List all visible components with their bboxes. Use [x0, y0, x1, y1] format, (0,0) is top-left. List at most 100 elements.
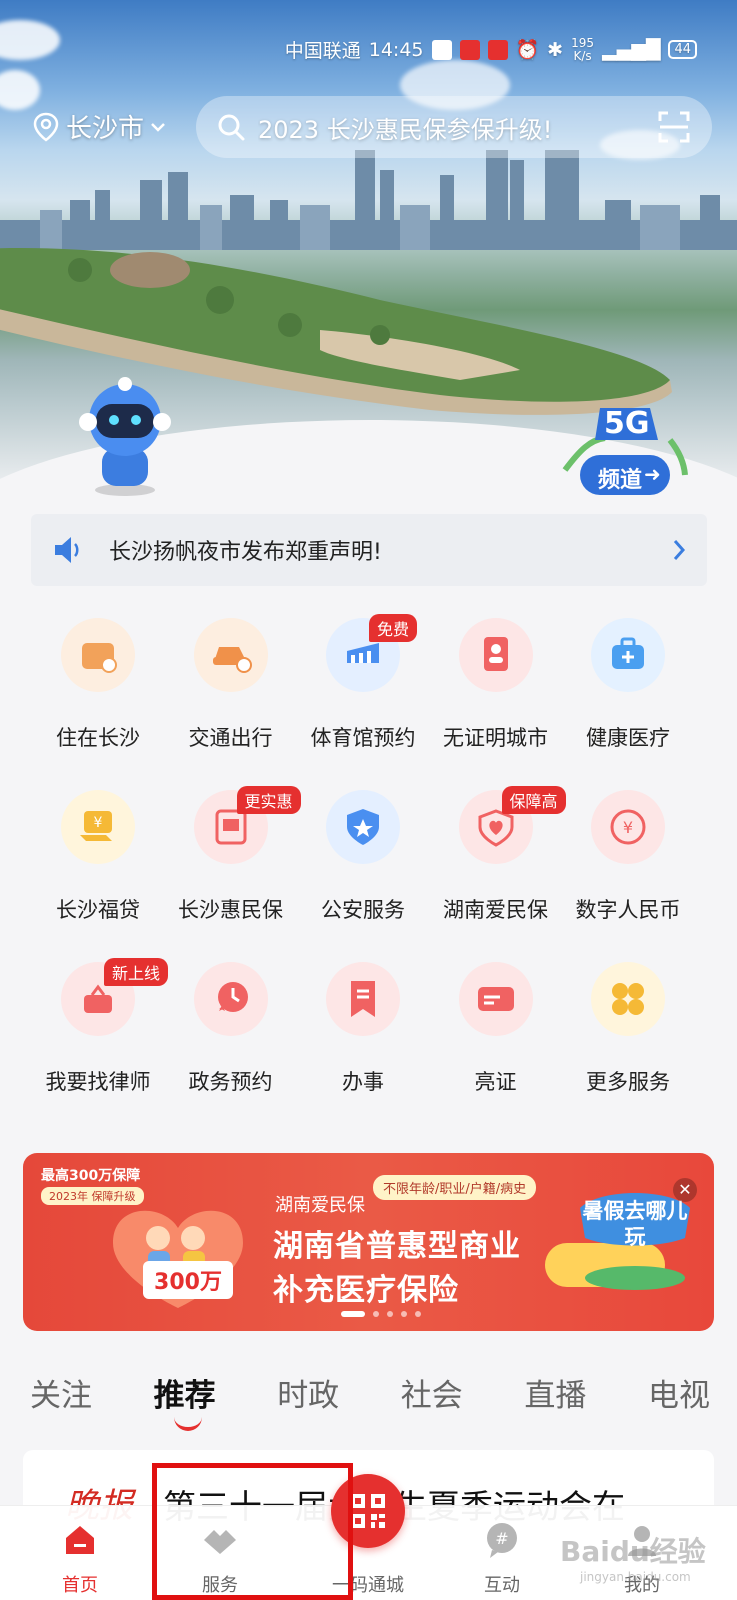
service-item[interactable]: 政务预约 [163, 956, 299, 1116]
service-tag-badge: 免费 [369, 614, 418, 642]
police-badge-icon [347, 809, 379, 845]
city-name: 长沙市 [66, 114, 145, 144]
tab-item[interactable]: 时政 [277, 1370, 339, 1415]
service-item[interactable]: 交通出行 [163, 612, 299, 772]
house-card-icon [82, 643, 117, 673]
chevron-down-icon [151, 122, 165, 132]
news-tabs: 关注 推荐 时政 社会 直播 电视 [30, 1370, 710, 1431]
service-label: 公安服务 [321, 898, 405, 922]
nav-item[interactable]: 首页 [20, 1520, 140, 1597]
search-input[interactable]: 2023 长沙惠民保参保升级! [196, 96, 712, 158]
clock-time: 14:45 [368, 38, 424, 61]
service-tag-badge: 更实惠 [236, 786, 301, 814]
arrow-right-icon: ➜ [644, 462, 661, 486]
cloud-decoration [0, 70, 40, 110]
service-label: 办事 [342, 1070, 384, 1094]
notice-text: 长沙扬帆夜市发布郑重声明! [109, 540, 382, 565]
digital-yuan-icon: ¥ [610, 809, 646, 845]
pagination-dot[interactable] [341, 1311, 365, 1317]
id-card-icon [483, 637, 508, 671]
tab-item[interactable]: 电视 [648, 1370, 710, 1415]
service-icon-circle [193, 962, 268, 1036]
service-item[interactable]: 健康医疗 [560, 612, 696, 772]
banner-title-line1: 湖南省普惠型商业 [273, 1229, 521, 1264]
document-icon [351, 981, 375, 1017]
car-icon [212, 647, 252, 673]
hashtag-chat-icon: # [487, 1523, 517, 1558]
cloud-decoration [0, 20, 60, 60]
service-icon-circle [458, 962, 533, 1036]
banner-amount: 300万 [143, 1261, 233, 1299]
service-label: 数字人民币 [575, 898, 681, 922]
grid-more-icon [612, 983, 644, 1015]
service-label: 湖南爱民保 [443, 898, 548, 922]
tab-item[interactable]: 推荐 [154, 1370, 216, 1431]
app-notification-icon [487, 39, 508, 60]
service-icon-circle: ¥ [591, 790, 665, 864]
service-item[interactable]: 办事 [295, 956, 431, 1116]
city-selector[interactable]: 长沙市 [32, 108, 166, 145]
notice-bar[interactable]: 长沙扬帆夜市发布郑重声明! [31, 514, 707, 586]
service-label: 住在长沙 [56, 726, 140, 750]
qr-code-icon [351, 1494, 385, 1528]
nav-item[interactable]: # 互动 [442, 1520, 562, 1597]
banner-top-text: 最高300万保障 [41, 1168, 141, 1184]
robot-mascot-icon[interactable] [70, 370, 180, 500]
pagination-dot[interactable] [401, 1311, 407, 1317]
service-item[interactable]: 住在长沙 [30, 612, 166, 772]
service-icon-circle: ¥ [61, 790, 135, 864]
service-icon-circle [61, 618, 135, 692]
tab-item[interactable]: 社会 [401, 1370, 463, 1415]
location-pin-icon [33, 112, 59, 142]
service-icon-circle [193, 618, 268, 692]
speaker-icon [55, 537, 79, 563]
service-label: 政务预约 [188, 1070, 273, 1094]
banner-org: 湖南爱民保 [275, 1195, 365, 1216]
pagination-dot[interactable] [387, 1311, 393, 1317]
service-item[interactable]: 体育馆预约 免费 [295, 612, 431, 772]
watermark-url: jingyan.baidu.com [580, 1570, 691, 1584]
search-icon [218, 114, 245, 141]
service-item[interactable]: ¥ 长沙福贷 [30, 784, 166, 944]
service-item[interactable]: 我要找律师 新上线 [30, 956, 169, 1116]
bluetooth-icon: ✱ [547, 38, 564, 61]
home-icon [66, 1526, 94, 1554]
service-label: 无证明城市 [443, 726, 548, 750]
service-item[interactable]: 无证明城市 [428, 612, 564, 772]
nav-label: 互动 [484, 1575, 520, 1596]
service-item[interactable]: 公安服务 [295, 784, 431, 944]
5g-channel-badge[interactable]: 5G 频道 ➜ [560, 400, 690, 500]
service-item[interactable]: 亮证 [428, 956, 564, 1116]
clock-icon [217, 982, 248, 1012]
service-icon-circle [591, 962, 665, 1036]
scan-icon[interactable] [656, 109, 692, 145]
service-item[interactable]: 更多服务 [560, 956, 696, 1116]
pagination-dot[interactable] [373, 1311, 379, 1317]
yuan-card-icon: ¥ [80, 811, 112, 841]
tab-item[interactable]: 直播 [524, 1370, 586, 1415]
service-label: 健康医疗 [586, 726, 670, 750]
network-speed-unit: K/s [573, 48, 592, 63]
carrier-label: 中国联通 [284, 40, 361, 62]
float-ad-text: 暑假去哪儿玩 [582, 1199, 688, 1249]
battery-indicator: 44 [668, 40, 697, 59]
service-item[interactable]: ¥ 数字人民币 [560, 784, 696, 944]
medical-kit-icon [612, 637, 644, 669]
svg-text:¥: ¥ [94, 815, 103, 831]
service-icon-circle [591, 618, 665, 692]
service-icon-circle [326, 790, 400, 864]
service-label: 长沙惠民保 [178, 898, 283, 922]
annotation-highlight-box [152, 1463, 353, 1600]
service-item[interactable]: 长沙惠民保 更实惠 [163, 784, 301, 944]
service-item[interactable]: 湖南爱民保 保障高 [428, 784, 566, 944]
svg-text:#: # [495, 1529, 508, 1548]
watermark-brand: Baidu经验 [560, 1535, 706, 1568]
5g-badge-title: 5G [604, 406, 650, 441]
close-ad-icon[interactable]: ✕ [673, 1178, 697, 1202]
tab-item[interactable]: 关注 [30, 1370, 92, 1415]
banner-pagination [341, 1311, 421, 1317]
banner-tagline: 不限年龄/职业/户籍/病史 [373, 1175, 537, 1200]
chevron-right-icon [673, 540, 686, 560]
service-icon-circle [326, 962, 400, 1036]
pagination-dot[interactable] [415, 1311, 421, 1317]
